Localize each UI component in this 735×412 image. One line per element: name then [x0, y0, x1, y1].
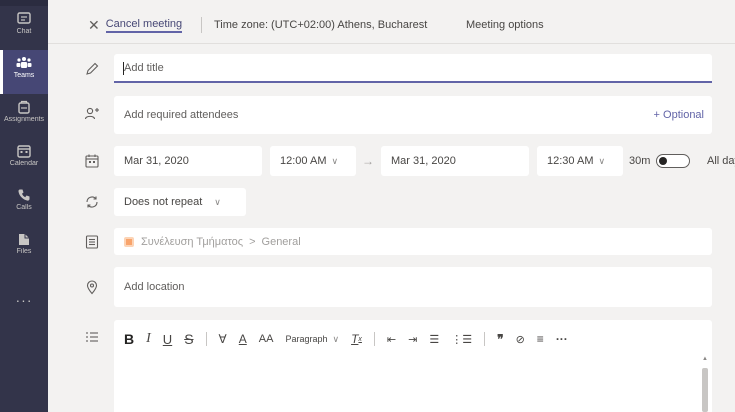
start-date-picker[interactable]: Mar 31, 2020	[114, 146, 262, 176]
calendar-icon	[17, 145, 31, 158]
font-color-button[interactable]: A	[239, 329, 247, 349]
team-avatar-icon	[124, 236, 134, 247]
more-options-button[interactable]: ···	[556, 329, 568, 349]
scroll-thumb[interactable]	[702, 368, 708, 412]
cancel-meeting-label: Cancel meeting	[105, 18, 183, 33]
paragraph-label: Paragraph	[285, 334, 328, 344]
repeat-text: Does not repeat	[124, 196, 203, 208]
optional-attendees-link[interactable]: + Optional	[654, 96, 704, 134]
chevron-down-icon: ∨	[332, 333, 340, 344]
end-date-picker[interactable]: Mar 31, 2020	[381, 146, 529, 176]
meeting-options-button[interactable]: Meeting options	[466, 6, 544, 44]
start-time-text: 12:00 AM	[280, 155, 327, 167]
chevron-right-icon: >	[249, 235, 256, 248]
toolbar-divider	[373, 332, 375, 346]
close-icon: ✕	[88, 16, 100, 33]
rail-item-calendar[interactable]: Calendar	[0, 138, 48, 182]
strikethrough-button[interactable]: S	[184, 329, 193, 349]
details-list-icon	[86, 332, 98, 342]
rail-label-chat: Chat	[16, 28, 32, 35]
start-date-value: Mar 31, 2020	[124, 155, 189, 167]
all-day-toggle[interactable]	[656, 154, 690, 168]
repeat-icon	[86, 196, 98, 208]
bold-button[interactable]: B	[124, 329, 134, 349]
repeat-value: Does not repeat ∨	[124, 188, 221, 216]
numbered-list-button[interactable]: ⋮☰	[451, 329, 472, 349]
calls-icon	[18, 189, 30, 201]
chevron-down-icon: ∨	[331, 155, 339, 166]
quote-button[interactable]: ❞	[497, 329, 503, 349]
files-icon	[19, 234, 29, 245]
end-time-text: 12:30 AM	[547, 155, 594, 167]
attendees-input[interactable]: Add required attendees + Optional	[114, 96, 712, 134]
title-input[interactable]: Add title	[114, 54, 712, 83]
pencil-icon	[86, 62, 99, 75]
end-time-dropdown[interactable]: 12:30 AM ∨	[537, 146, 623, 176]
font-size-button[interactable]: AA	[259, 329, 274, 349]
channel-icon	[85, 235, 99, 249]
formatting-toolbar: B I U S ∀ A AA Paragraph ∨ Tx ⇤ ⇥ ☰ ⋮☰ ❞ …	[114, 320, 712, 358]
rail-item-calls[interactable]: Calls	[0, 182, 48, 226]
scroll-up-arrow-icon[interactable]: ▲	[702, 356, 708, 364]
meeting-details-editor[interactable]: B I U S ∀ A AA Paragraph ∨ Tx ⇤ ⇥ ☰ ⋮☰ ❞ …	[114, 320, 712, 412]
arrow-right-icon: →	[362, 154, 374, 168]
rail-item-teams[interactable]: Teams	[0, 50, 48, 94]
cancel-meeting-button[interactable]: ✕ Cancel meeting	[88, 6, 183, 44]
end-date-value: Mar 31, 2020	[391, 155, 456, 167]
toolbar-divider	[484, 332, 486, 346]
channel-team-name: Συνέλευση Τμήματος	[141, 235, 244, 248]
ellipsis-icon: ···	[15, 292, 33, 308]
meeting-toolbar: ✕ Cancel meeting Time zone: (UTC+02:00) …	[48, 6, 735, 44]
rail-label-assignments: Assignments	[3, 116, 45, 123]
chevron-down-icon: ∨	[214, 196, 221, 207]
clear-formatting-button[interactable]: Tx	[351, 329, 362, 349]
decrease-indent-button[interactable]: ⇤	[387, 329, 396, 349]
location-placeholder: Add location	[124, 281, 185, 293]
link-button[interactable]: ⊘	[516, 329, 525, 349]
align-button[interactable]: ≡	[537, 329, 544, 349]
start-time-dropdown[interactable]: 12:00 AM ∨	[270, 146, 356, 176]
rail-item-chat[interactable]: Chat	[0, 6, 48, 50]
rail-label-teams: Teams	[13, 72, 35, 79]
app-rail: Chat Teams Assignments Calendar Calls Fi…	[0, 0, 48, 412]
rail-item-files[interactable]: Files	[0, 226, 48, 270]
add-person-icon	[84, 107, 99, 120]
toggle-knob	[659, 157, 667, 165]
calendar-clock-icon	[85, 154, 99, 168]
attendees-placeholder: Add required attendees	[124, 109, 239, 121]
location-icon	[86, 280, 98, 295]
toolbar-divider	[201, 17, 202, 33]
chevron-down-icon: ∨	[598, 155, 606, 166]
location-input[interactable]: Add location	[114, 267, 712, 307]
rail-label-calendar: Calendar	[9, 160, 39, 167]
rail-label-calls: Calls	[16, 204, 32, 211]
channel-value: Συνέλευση Τμήματος > General	[124, 228, 301, 255]
title-placeholder: Add title	[124, 61, 164, 74]
italic-button[interactable]: I	[146, 329, 151, 349]
start-time-value: 12:00 AM ∨	[280, 146, 338, 176]
channel-name: General	[261, 235, 301, 248]
teams-icon	[16, 57, 32, 68]
highlight-button[interactable]: ∀	[219, 329, 227, 349]
timezone-button[interactable]: Time zone: (UTC+02:00) Athens, Bucharest	[214, 6, 427, 44]
more-apps-button[interactable]: ···	[0, 290, 48, 314]
underline-button[interactable]: U	[163, 329, 172, 349]
rail-item-assignments[interactable]: Assignments	[0, 94, 48, 138]
chat-icon	[17, 12, 31, 24]
all-day-label: All day	[707, 155, 735, 167]
duration-label: 30m	[629, 155, 651, 167]
bulleted-list-button[interactable]: ☰	[429, 329, 439, 349]
paragraph-dropdown[interactable]: Paragraph ∨	[285, 329, 339, 349]
repeat-dropdown[interactable]: Does not repeat ∨	[114, 188, 246, 216]
increase-indent-button[interactable]: ⇥	[408, 329, 417, 349]
assignments-icon	[18, 100, 30, 114]
channel-picker[interactable]: Συνέλευση Τμήματος > General	[114, 228, 712, 255]
editor-scrollbar[interactable]: ▲	[702, 356, 708, 412]
end-time-value: 12:30 AM ∨	[547, 146, 605, 176]
toolbar-divider	[205, 332, 207, 346]
rail-label-files: Files	[16, 248, 32, 255]
